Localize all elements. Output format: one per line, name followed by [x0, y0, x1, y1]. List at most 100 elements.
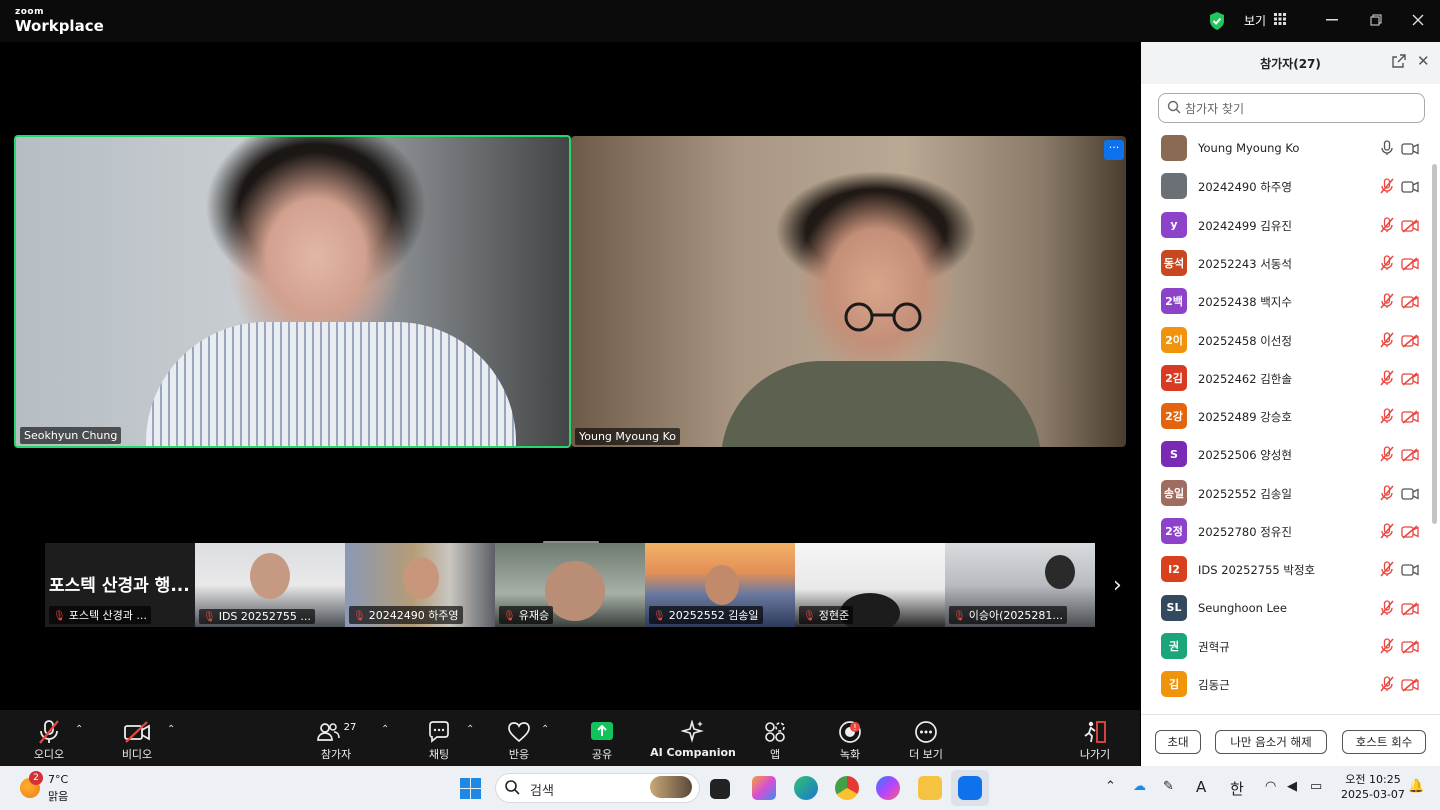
task-view-icon[interactable] [710, 779, 730, 799]
onedrive-icon[interactable]: ☁ [1133, 779, 1146, 794]
reactions-options-caret[interactable]: ⌃ [541, 724, 549, 735]
participant-row[interactable]: 2강 20252489 강승호 [1141, 397, 1431, 435]
thumb-tile[interactable]: 🎙 IDS 20252755 ... [195, 543, 345, 627]
video-button[interactable]: 비디오 [115, 710, 159, 766]
participants-button[interactable]: 27 참가자 [315, 710, 357, 766]
participant-search-input[interactable]: 참가자 찾기 [1158, 93, 1425, 123]
weather-condition[interactable]: 맑음 [48, 788, 68, 804]
edge-icon[interactable] [794, 776, 818, 800]
mic-muted-icon[interactable] [1380, 408, 1394, 424]
mic-muted-icon[interactable] [1380, 599, 1394, 616]
unmute-me-button[interactable]: 나만 음소거 해제 [1215, 730, 1327, 754]
close-panel-icon[interactable]: ✕ [1417, 52, 1430, 70]
avatar: 2김 [1161, 364, 1187, 391]
audio-options-caret[interactable]: ⌃ [75, 724, 83, 735]
participant-row[interactable]: 2이 20252458 이선정 [1141, 321, 1431, 359]
mic-muted-icon[interactable] [1380, 485, 1394, 501]
search-highlight-image[interactable] [650, 776, 692, 798]
mic-muted-icon[interactable] [1380, 370, 1394, 386]
view-menu-label[interactable]: 보기 [1244, 12, 1266, 29]
participant-row[interactable]: 송일 20252552 김송일 [1141, 474, 1431, 512]
participant-row[interactable]: 권 권혁규 [1141, 627, 1431, 665]
mic-muted-icon[interactable] [1380, 255, 1394, 271]
invite-button[interactable]: 초대 [1155, 730, 1201, 754]
share-screen-icon [591, 722, 613, 740]
participant-row[interactable]: Young Myoung Ko [1141, 129, 1431, 167]
minimize-icon[interactable] [1322, 10, 1342, 30]
restore-icon[interactable] [1366, 10, 1386, 30]
mic-muted-icon[interactable] [1380, 523, 1394, 539]
chrome-icon[interactable] [835, 776, 859, 800]
speaker-tile-seokhyun[interactable]: Seokhyun Chung [14, 135, 571, 448]
participant-row[interactable]: 김 김동근 [1141, 665, 1431, 703]
ime-english-label[interactable]: A [1196, 778, 1206, 796]
copilot-icon[interactable] [752, 776, 776, 800]
windows-start-icon[interactable] [460, 778, 481, 799]
mic-muted-icon[interactable] [1380, 561, 1394, 577]
speaker-tile-youngmyoung[interactable]: ··· Young Myoung Ko [571, 136, 1126, 447]
thumb-face [403, 557, 439, 599]
apps-button[interactable]: 앱 [760, 710, 790, 766]
thumb-label: 🎙 유재승 [499, 606, 554, 624]
weather-temp[interactable]: 7°C [48, 773, 68, 786]
mic-muted-icon[interactable] [1380, 293, 1394, 309]
mic-muted-icon[interactable] [1380, 331, 1394, 348]
audio-button[interactable]: 오디오 [28, 710, 70, 766]
notification-bell-icon[interactable]: 🔔 [1408, 779, 1424, 794]
participant-row[interactable]: SL Seunghoon Lee [1141, 589, 1431, 627]
messenger-icon[interactable] [876, 776, 900, 800]
system-clock[interactable]: 오전 10:25 2025-03-07 [1341, 772, 1405, 802]
participant-row[interactable]: 2김 20252462 김한솔 [1141, 359, 1431, 397]
chat-button[interactable]: 채팅 [424, 710, 454, 766]
participant-row[interactable]: 동석 20252243 서동석 [1141, 244, 1431, 282]
tray-chevron-up-icon[interactable]: ⌃ [1105, 779, 1116, 794]
thumb-tile[interactable]: 🎙 정현준 [795, 543, 945, 627]
thumb-tile[interactable]: 🎙 20242490 하주영 [345, 543, 495, 627]
participant-name: 김동근 [1198, 678, 1230, 693]
participants-options-caret[interactable]: ⌃ [381, 724, 389, 735]
reactions-button[interactable]: 반응 [504, 710, 534, 766]
thumb-tile[interactable]: 🎙 이승아(2025281... [945, 543, 1095, 627]
ime-korean-label[interactable]: 한 [1230, 778, 1244, 799]
pen-icon[interactable]: ✎ [1163, 779, 1174, 794]
wifi-icon[interactable]: ◠ [1265, 779, 1276, 794]
tile-more-button[interactable]: ··· [1104, 140, 1124, 160]
mic-muted-icon[interactable] [1380, 676, 1394, 692]
shield-check-icon[interactable] [1208, 11, 1226, 31]
participant-row[interactable]: I2 IDS 20252755 박정호 [1141, 550, 1431, 588]
ai-companion-button[interactable]: AI Companion [650, 710, 736, 766]
mic-muted-icon[interactable] [1380, 216, 1394, 233]
thumb-tile[interactable]: 🎙 20252552 김송일 [645, 543, 795, 627]
participant-row[interactable]: S 20252506 양성현 [1141, 435, 1431, 473]
video-options-caret[interactable]: ⌃ [167, 724, 175, 735]
mic-muted-icon[interactable] [1380, 638, 1394, 654]
more-button[interactable]: 더 보기 [903, 710, 949, 766]
chat-options-caret[interactable]: ⌃ [466, 724, 474, 735]
participant-row[interactable]: 2정 20252780 정유진 [1141, 512, 1431, 550]
participant-name: 20242499 김유진 [1198, 218, 1292, 233]
leave-button[interactable]: 나가기 [1074, 710, 1116, 766]
panel-scrollbar[interactable] [1432, 164, 1437, 524]
battery-icon[interactable]: ▭ [1310, 779, 1322, 794]
mic-muted-icon[interactable] [1380, 446, 1394, 462]
participant-row[interactable]: 20242490 하주영 [1141, 167, 1431, 205]
mic-muted-icon[interactable] [1380, 178, 1394, 194]
thumb-tile[interactable]: 포스텍 산경과 행... 🎙 포스텍 산경과 ... [45, 543, 195, 627]
close-window-icon[interactable] [1408, 10, 1428, 30]
share-button[interactable]: 공유 [587, 710, 617, 766]
record-button[interactable]: ! 녹화 [835, 710, 865, 766]
avatar: SL [1161, 594, 1187, 621]
reclaim-host-button[interactable]: 호스트 회수 [1342, 730, 1426, 754]
file-explorer-icon[interactable] [918, 776, 942, 800]
volume-icon[interactable]: ◀ [1287, 779, 1297, 794]
mic-muted-icon: 🎙 [953, 611, 966, 622]
chevron-right-icon[interactable]: › [1113, 573, 1122, 598]
pop-out-icon[interactable] [1392, 54, 1406, 68]
thumb-tile[interactable]: 🎙 유재승 [495, 543, 645, 627]
gallery-grid-icon[interactable] [1274, 13, 1286, 25]
mic-icon[interactable] [1380, 140, 1394, 156]
video-off-icon [1401, 371, 1419, 386]
zoom-taskbar-active[interactable] [951, 770, 989, 806]
participant-row[interactable]: 2백 20252438 백지수 [1141, 282, 1431, 320]
participant-row[interactable]: y 20242499 김유진 [1141, 206, 1431, 244]
